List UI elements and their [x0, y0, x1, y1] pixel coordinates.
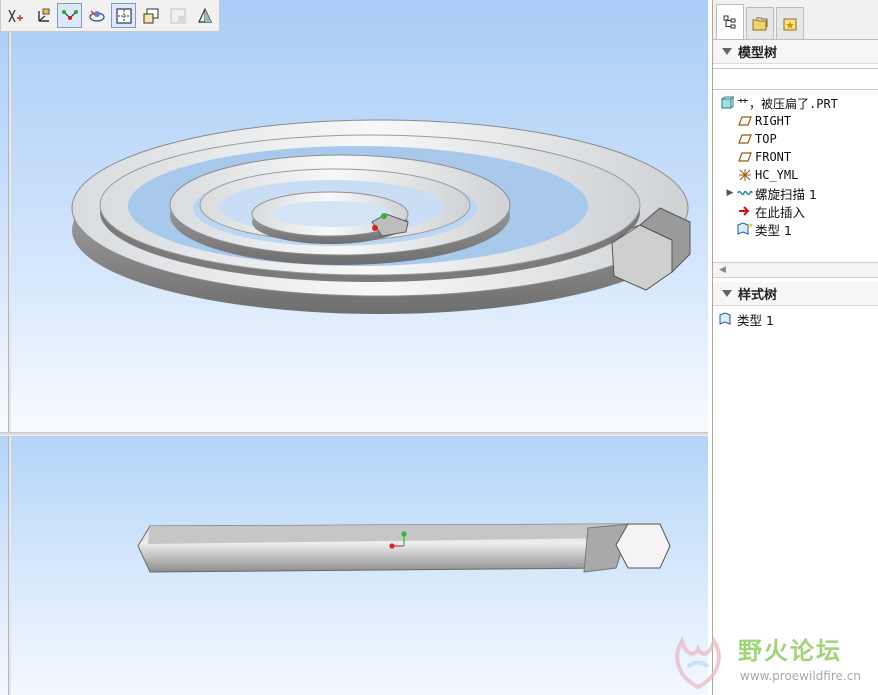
style-tree: 类型 1 [713, 306, 878, 328]
helical-sweep-icon [737, 186, 753, 200]
model-tree-title: 模型树 [738, 46, 778, 61]
expand-arrow-icon[interactable]: ▶ [725, 188, 735, 198]
saved-views-icon[interactable] [138, 3, 163, 28]
tree-item-csys[interactable]: HC_YML [713, 166, 878, 184]
tree-item-label: HC_YML [755, 168, 799, 182]
model-tree-header[interactable]: 模型树 [713, 40, 878, 64]
proe-window: 模型树 艹，被压扁了.PRT RIGHT TOP FRONT HC_YML ▶ … [0, 0, 878, 695]
datum-plane-icon [737, 150, 753, 164]
style-type-icon [737, 222, 753, 236]
watermark-title: 野火论坛 [738, 637, 842, 665]
datum-point-icon[interactable] [57, 3, 82, 28]
part-icon [719, 96, 735, 110]
watermark-url: www.proewildfire.cn [740, 669, 861, 683]
insert-here-arrow-icon [737, 204, 753, 218]
spin-center-icon[interactable] [84, 3, 109, 28]
viewport-left-edge [8, 32, 11, 432]
favorites-tab-icon[interactable] [776, 7, 804, 39]
shading-mode-icon[interactable] [192, 3, 217, 28]
tree-item-label: 螺旋扫描 1 [755, 186, 817, 202]
model-tree-filter-bar[interactable] [713, 68, 878, 90]
tree-item-label: RIGHT [755, 114, 792, 128]
view-frame-icon[interactable] [111, 3, 136, 28]
forum-logo-icon [675, 636, 721, 690]
tree-item-label: 在此插入 [755, 204, 806, 220]
tree-item-front[interactable]: FRONT [713, 148, 878, 166]
csys-icon [737, 168, 753, 182]
model-tree-tab-icon[interactable] [716, 4, 744, 39]
scroll-left-icon[interactable]: ◀ [719, 265, 726, 275]
style-tree-item[interactable]: 类型 1 [713, 310, 878, 328]
tree-item-top[interactable]: TOP [713, 130, 878, 148]
datum-display-icon[interactable] [3, 3, 28, 28]
coordinate-system-icon[interactable] [30, 3, 55, 28]
folder-browser-tab-icon[interactable] [746, 7, 774, 39]
view-toolbar [0, 0, 220, 32]
spiral-front-model [137, 523, 671, 573]
datum-plane-icon [737, 114, 753, 128]
tree-item-label: 类型 1 [755, 222, 792, 238]
tree-item-part[interactable]: 艹，被压扁了.PRT [713, 94, 878, 112]
collapse-triangle-icon [722, 48, 732, 55]
tree-item-style-type[interactable]: 类型 1 [713, 220, 878, 238]
navigator-panel: 模型树 艹，被压扁了.PRT RIGHT TOP FRONT HC_YML ▶ … [712, 0, 878, 695]
tree-item-label: 艹，被压扁了.PRT [737, 96, 838, 111]
navigator-tabs [713, 0, 878, 40]
layout-icon[interactable] [165, 3, 190, 28]
viewport-isometric[interactable] [0, 0, 708, 432]
tree-item-label: TOP [755, 132, 777, 146]
graphics-area [0, 0, 708, 695]
viewport-left-edge [8, 436, 11, 695]
watermark: 野火论坛 www.proewildfire.cn [666, 625, 878, 695]
model-tree: 艹，被压扁了.PRT RIGHT TOP FRONT HC_YML ▶ 螺旋扫描… [713, 90, 878, 262]
tree-item-right[interactable]: RIGHT [713, 112, 878, 130]
style-tree-header[interactable]: 样式树 [713, 282, 878, 306]
viewport-front[interactable] [0, 436, 708, 695]
tree-item-label: FRONT [755, 150, 792, 164]
datum-plane-icon [737, 132, 753, 146]
style-type-icon [719, 312, 735, 326]
collapse-triangle-icon [722, 290, 732, 297]
style-tree-title: 样式树 [738, 288, 778, 303]
spiral-isometric-model [71, 119, 691, 314]
tree-item-label: 类型 1 [737, 312, 774, 328]
model-tree-horizontal-scrollbar[interactable]: ◀ [713, 262, 878, 278]
tree-item-insert-here[interactable]: 在此插入 [713, 202, 878, 220]
tree-item-helical-sweep[interactable]: ▶ 螺旋扫描 1 [713, 184, 878, 202]
